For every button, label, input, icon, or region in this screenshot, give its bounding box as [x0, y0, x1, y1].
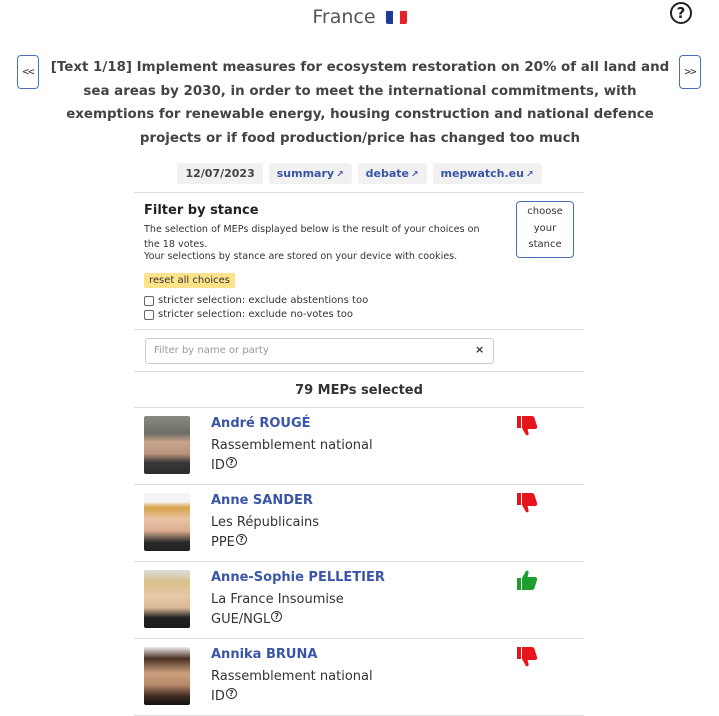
results-count: 79 MEPs selected	[134, 372, 584, 408]
cookie-note: Your selections by stance are stored on …	[144, 251, 458, 262]
mep-group: ID?	[211, 688, 237, 704]
clear-search-icon[interactable]: ×	[475, 343, 484, 356]
vote-meta-row: 12/07/2023 summary ↗ debate ↗ mepwatch.eu ↗	[0, 163, 719, 184]
exclude-abstentions-option: stricter selection: exclude abstentions …	[144, 295, 368, 306]
external-link-icon: ↗	[525, 170, 534, 180]
country-name: France	[312, 6, 376, 28]
mep-name-link[interactable]: André ROUGÉ	[211, 416, 311, 431]
mep-photo	[144, 493, 190, 551]
mep-party: Les Républicains	[211, 515, 320, 530]
thumbs-up-icon	[515, 569, 539, 591]
exclude-novotes-checkbox[interactable]	[144, 309, 154, 320]
group-info-icon[interactable]: ?	[225, 688, 237, 699]
filter-section: Filter by stance The selection of MEPs d…	[134, 193, 584, 330]
next-vote-button[interactable]: >>	[679, 55, 701, 89]
mep-list: André ROUGÉ Rassemblement national ID? Anne…	[134, 408, 584, 716]
thumbs-down-icon	[515, 646, 539, 668]
thumbs-down-icon	[515, 492, 539, 514]
page-title: France	[0, 6, 719, 28]
external-link-icon: ↗	[336, 170, 344, 180]
exclude-novotes-option: stricter selection: exclude no-votes too	[144, 309, 353, 320]
vote-title: [Text 1/18] Implement measures for ecosy…	[50, 60, 670, 146]
mep-row: Anne SANDER Les Républicains PPE?	[134, 485, 584, 562]
debate-link[interactable]: debate ↗	[357, 163, 427, 184]
exclude-abstentions-checkbox[interactable]	[144, 295, 154, 306]
mep-photo	[144, 416, 190, 474]
mep-group: ID?	[211, 457, 237, 473]
search-section: Filter by name or party ×	[134, 330, 584, 372]
mep-row: Annika BRUNA Rassemblement national ID?	[134, 639, 584, 716]
mep-row: Anne-Sophie PELLETIER La France Insoumise…	[134, 562, 584, 639]
mep-group: GUE/NGL?	[211, 611, 283, 627]
mep-party: Rassemblement national	[211, 669, 373, 684]
mep-photo	[144, 647, 190, 705]
mep-panel: Filter by stance The selection of MEPs d…	[134, 192, 584, 716]
previous-vote-button[interactable]: <<	[17, 55, 39, 89]
mep-name-link[interactable]: Annika BRUNA	[211, 647, 317, 662]
filter-heading: Filter by stance	[144, 203, 259, 218]
thumbs-down-icon	[515, 415, 539, 437]
reset-choices-button[interactable]: reset all choices	[144, 273, 235, 288]
flag-france-icon	[385, 9, 407, 24]
mep-name-link[interactable]: Anne SANDER	[211, 493, 313, 508]
choose-stance-button[interactable]: choose your stance	[516, 201, 574, 258]
mep-party: La France Insoumise	[211, 592, 344, 607]
vote-date: 12/07/2023	[177, 163, 263, 184]
mep-group: PPE?	[211, 534, 247, 550]
group-info-icon[interactable]: ?	[271, 611, 283, 622]
mep-row: André ROUGÉ Rassemblement national ID?	[134, 408, 584, 485]
mep-party: Rassemblement national	[211, 438, 373, 453]
mep-name-link[interactable]: Anne-Sophie PELLETIER	[211, 570, 385, 585]
external-link-icon: ↗	[410, 170, 419, 180]
group-info-icon[interactable]: ?	[235, 534, 247, 545]
filter-description: The selection of MEPs displayed below is…	[144, 224, 480, 250]
mepwatch-link[interactable]: mepwatch.eu ↗	[432, 163, 542, 184]
summary-link[interactable]: summary ↗	[268, 163, 352, 184]
group-info-icon[interactable]: ?	[225, 457, 237, 468]
search-input[interactable]: Filter by name or party	[145, 338, 494, 364]
help-button[interactable]: ?	[670, 2, 692, 24]
mep-photo	[144, 570, 190, 628]
